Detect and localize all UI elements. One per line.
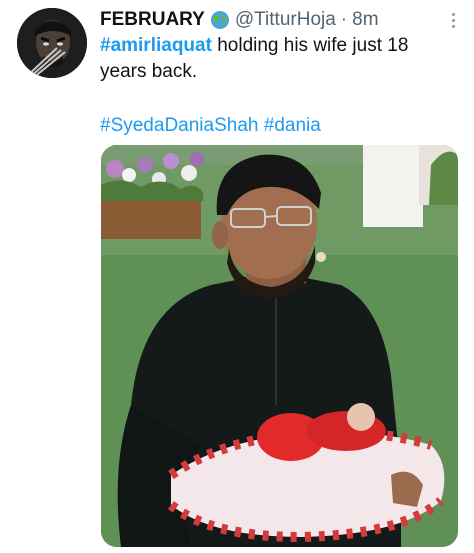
header-separator: · [340, 9, 348, 30]
more-options-icon[interactable] [448, 8, 458, 32]
timestamp[interactable]: 8m [352, 8, 378, 32]
avatar[interactable] [17, 8, 87, 78]
tweet-text: #amirliaquat holding his wife just 18 ye… [100, 33, 430, 85]
user-handle[interactable]: @TitturHoja [235, 8, 336, 32]
display-name[interactable]: FEBRUARY [100, 8, 205, 32]
hashtag-link[interactable]: #SyedaDaniaShah [100, 115, 258, 136]
tweet-media-image[interactable] [101, 145, 458, 547]
globe-emoji-icon [210, 10, 230, 30]
photo-man-holding-baby [101, 145, 458, 547]
hashtag-link[interactable]: #dania [264, 115, 321, 136]
hashtag-link[interactable]: #amirliaquat [100, 35, 212, 56]
hashtags-line: #SyedaDaniaShah #dania [100, 113, 321, 139]
tweet-header: FEBRUARY @TitturHoja · 8m [100, 8, 444, 32]
tweet-card: FEBRUARY @TitturHoja · 8m #amirliaquat h… [0, 0, 474, 553]
avatar-image [17, 8, 87, 78]
